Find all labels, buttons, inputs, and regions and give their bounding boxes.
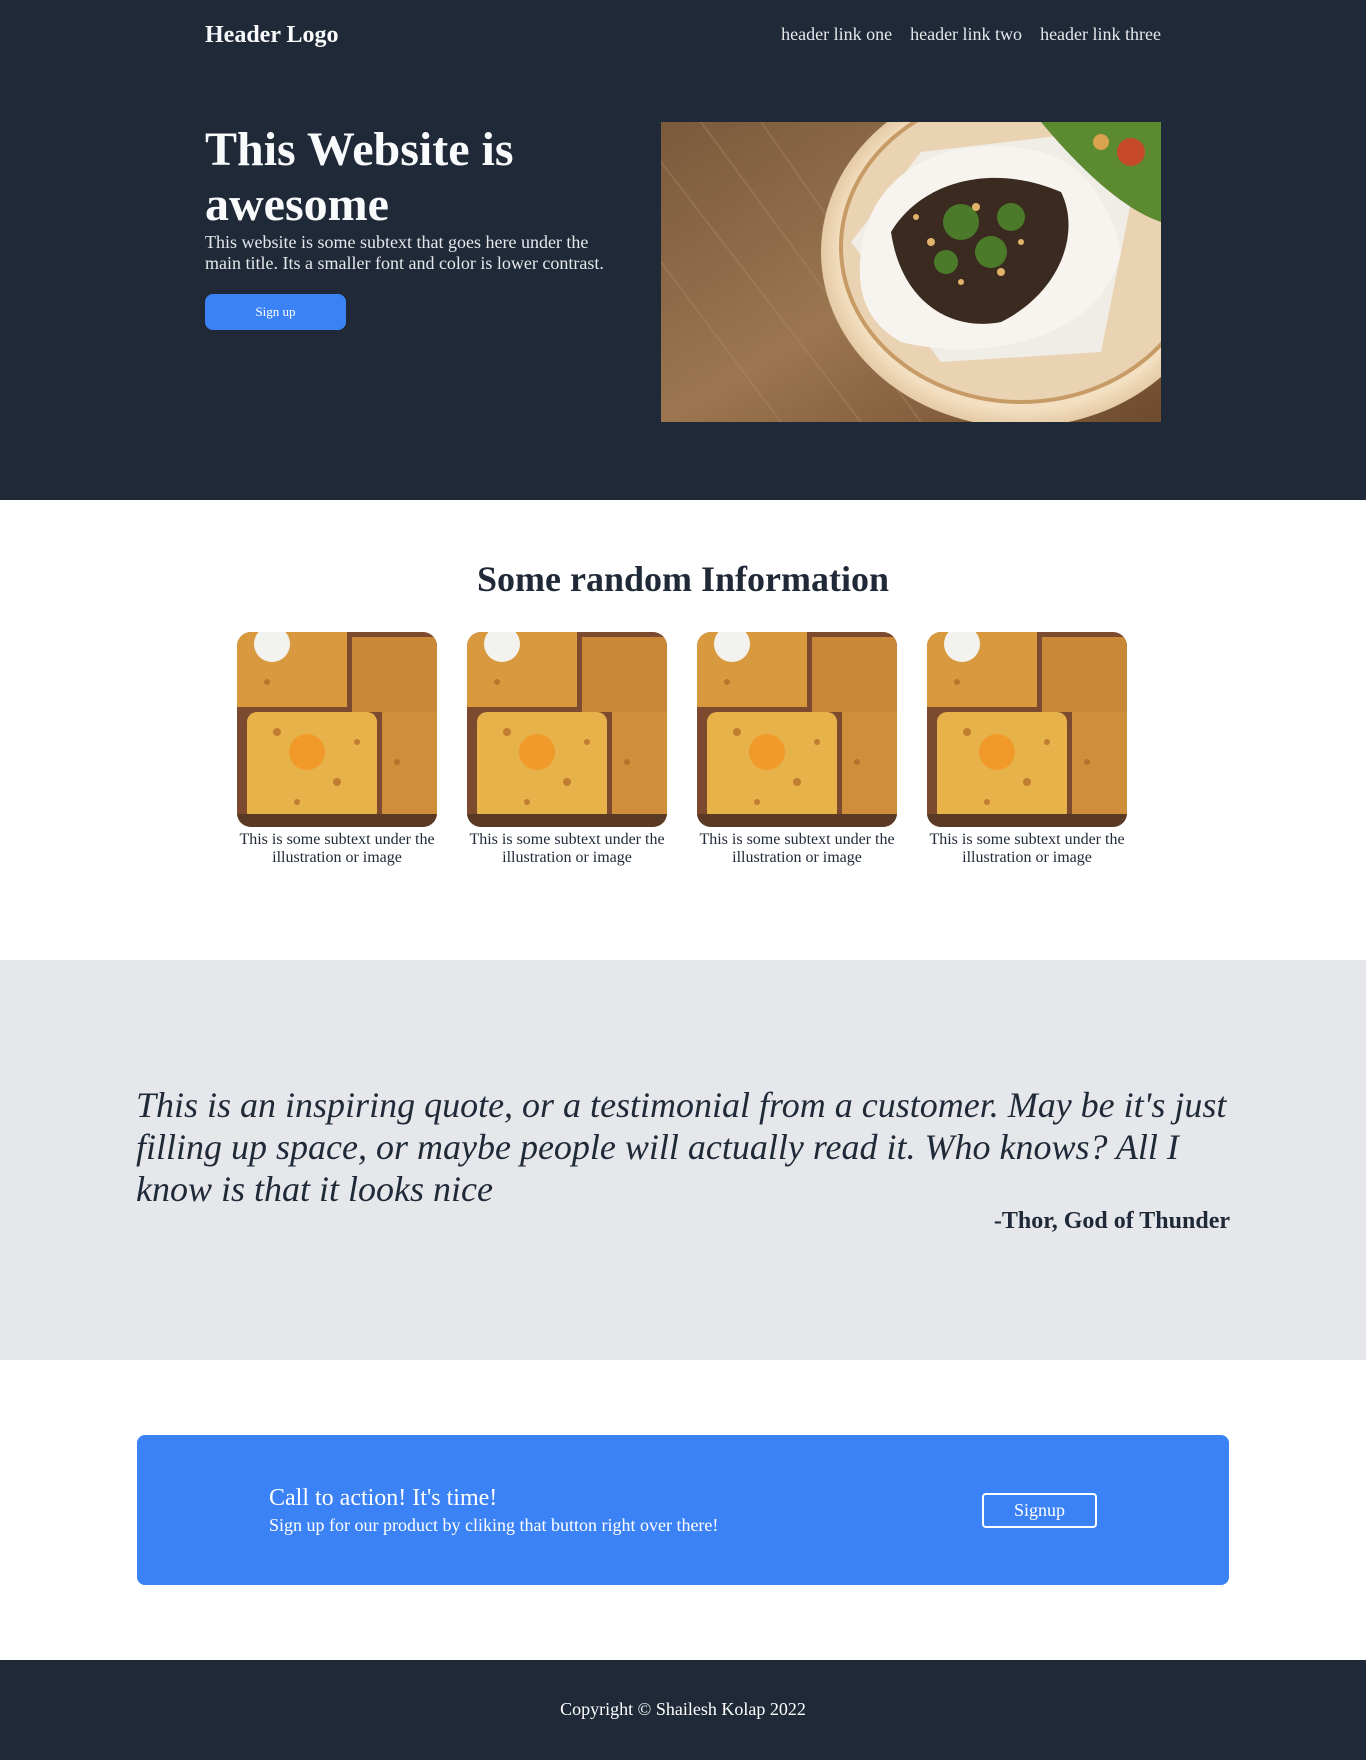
header-link-one[interactable]: header link one [781,24,892,45]
card-food-image [697,632,897,827]
info-section: Some random Information This is some sub… [0,500,1366,960]
hero-title: This Website is awesome [205,123,514,231]
quote-author: -Thor, God of Thunder [993,1208,1230,1234]
footer: Copyright © Shailesh Kolap 2022 [0,1660,1366,1760]
cta-signup-button[interactable]: Signup [982,1493,1097,1528]
cta-section: Call to action! It's time! Sign up for o… [0,1360,1366,1660]
cta-title: Call to action! It's time! [269,1485,498,1511]
sign-up-button[interactable]: Sign up [205,294,346,330]
card-caption: This is some subtext under the illustrat… [929,831,1125,866]
header-nav: header link one header link two header l… [781,24,1161,45]
card-food-image [467,632,667,827]
hero-section: Header Logo header link one header link … [0,0,1366,500]
header-link-three[interactable]: header link three [1040,24,1161,45]
footer-copyright: Copyright © Shailesh Kolap 2022 [560,1699,806,1719]
quote-section: This is an inspiring quote, or a testimo… [0,960,1366,1360]
card-caption: This is some subtext under the illustrat… [239,831,435,866]
quote-text: This is an inspiring quote, or a testimo… [136,1085,1227,1209]
info-title: Some random Information [477,559,889,599]
info-cards: This is some subtext under the illustrat… [237,632,1127,867]
cta-subtext: Sign up for our product by cliking that … [269,1515,719,1535]
card-caption: This is some subtext under the illustrat… [699,831,895,866]
cta-box: Call to action! It's time! Sign up for o… [137,1435,1229,1585]
card-food-image [927,632,1127,827]
hero-food-image [661,122,1161,422]
header-logo[interactable]: Header Logo [205,22,339,49]
card-caption: This is some subtext under the illustrat… [469,831,665,866]
info-card: This is some subtext under the illustrat… [237,632,437,867]
card-food-image [237,632,437,827]
info-card: This is some subtext under the illustrat… [697,632,897,867]
header-link-two[interactable]: header link two [910,24,1022,45]
hero-subtext: This website is some subtext that goes h… [205,232,604,273]
info-card: This is some subtext under the illustrat… [467,632,667,867]
info-card: This is some subtext under the illustrat… [927,632,1127,867]
